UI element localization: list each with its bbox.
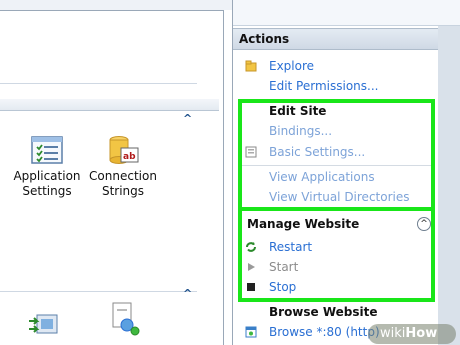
connection-strings-feature[interactable]: ab Connection Strings <box>85 135 161 199</box>
collapse-chevron-icon[interactable]: ^ <box>183 112 192 125</box>
actions-pane-edge <box>438 26 460 345</box>
explore-icon <box>245 60 257 72</box>
explore-link[interactable]: Explore <box>269 59 314 73</box>
connection-strings-label-line2: Strings <box>101 184 145 198</box>
application-settings-icon <box>31 136 63 164</box>
watermark-suffix: How <box>405 326 438 341</box>
features-view: ^ Application Settings ab Connection Str… <box>0 0 232 345</box>
group-separator <box>0 83 197 84</box>
collapse-chevron-icon[interactable]: ^ <box>183 287 192 300</box>
features-toolbar-strip <box>0 0 232 10</box>
watermark-prefix: wiki <box>380 326 406 341</box>
application-settings-label-line1: Application <box>13 169 81 183</box>
svg-text:ab: ab <box>123 152 136 162</box>
browse-icon <box>245 326 257 338</box>
modules-icon[interactable] <box>27 309 61 339</box>
manage-website-highlight <box>238 207 435 302</box>
handler-mappings-icon[interactable] <box>107 301 141 337</box>
browse-http-link[interactable]: Browse *:80 (http) <box>269 325 380 339</box>
actions-top-strip <box>233 0 460 26</box>
connection-strings-icon: ab <box>109 136 139 164</box>
wikihow-watermark: wikiHow <box>368 324 456 344</box>
group-header-bar <box>0 99 219 111</box>
application-settings-feature[interactable]: Application Settings <box>9 135 85 199</box>
actions-header: Actions <box>233 28 438 50</box>
group-separator <box>0 291 197 292</box>
connection-strings-label-line1: Connection <box>89 169 157 183</box>
features-panel: ^ Application Settings ab Connection Str… <box>0 10 224 345</box>
actions-title: Actions <box>239 32 290 46</box>
application-settings-label-line2: Settings <box>22 184 72 198</box>
edit-site-highlight <box>238 99 435 211</box>
browse-website-title: Browse Website <box>269 305 378 319</box>
edit-permissions-link[interactable]: Edit Permissions... <box>269 79 378 93</box>
